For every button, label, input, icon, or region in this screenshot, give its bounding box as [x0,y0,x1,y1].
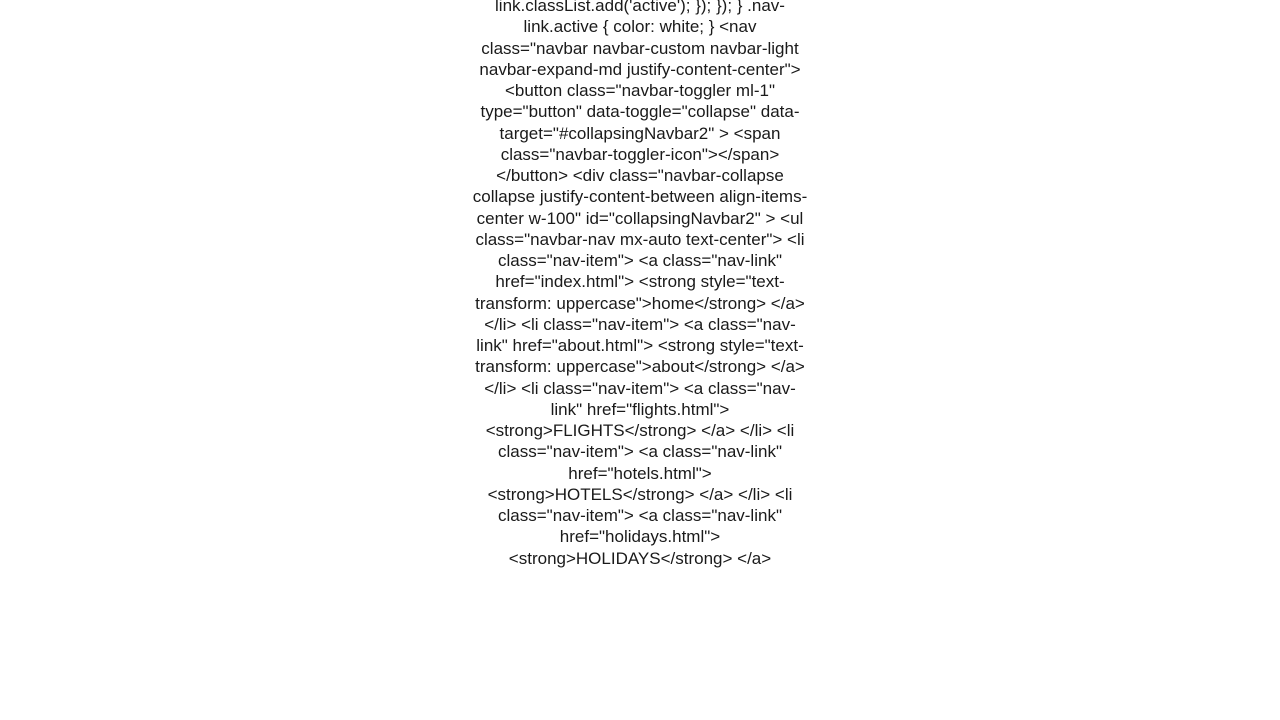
code-text-block: link.classList.add('active'); }); }); } … [470,0,810,569]
